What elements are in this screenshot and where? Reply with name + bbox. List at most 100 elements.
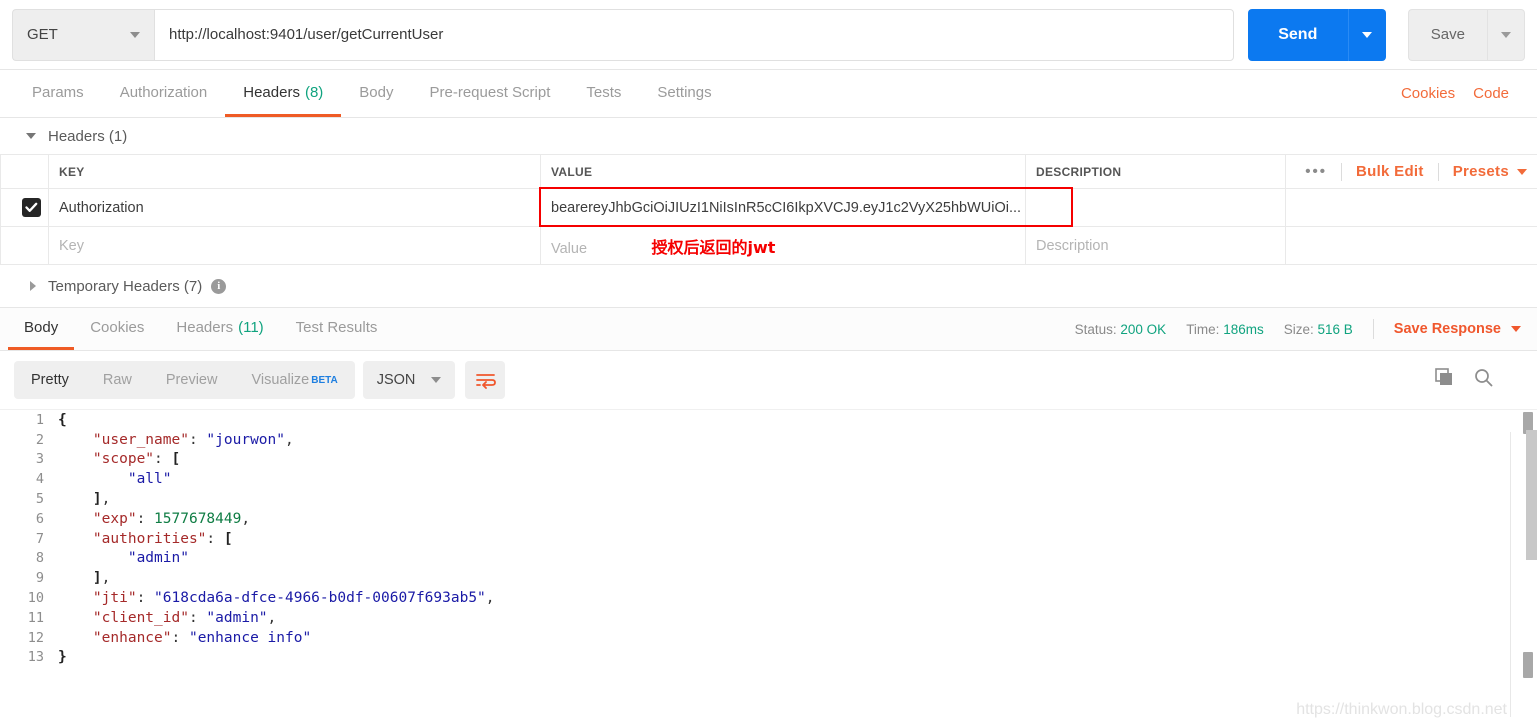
value-placeholder: Value xyxy=(551,241,587,257)
save-button[interactable]: Save xyxy=(1408,9,1487,61)
size-meta: Size: 516 B xyxy=(1284,322,1353,337)
empty-description-cell[interactable]: Description xyxy=(1026,227,1286,265)
tab-tests[interactable]: Tests xyxy=(568,70,639,117)
code-line: 1{ xyxy=(0,410,1537,430)
code-line-text: "admin" xyxy=(58,550,189,566)
line-number: 12 xyxy=(0,630,58,646)
view-mode-visualize[interactable]: Visualize BETA xyxy=(234,361,354,399)
send-button[interactable]: Send xyxy=(1248,9,1348,61)
status-meta: Status: 200 OK xyxy=(1075,322,1167,337)
jwt-annotation-text: 授权后返回的jwt xyxy=(651,238,775,257)
search-button[interactable] xyxy=(1474,368,1493,392)
header-key-cell[interactable]: Authorization xyxy=(49,189,541,227)
header-col-value: VALUE xyxy=(541,155,1026,189)
description-placeholder: Description xyxy=(1036,238,1109,254)
code-link[interactable]: Code xyxy=(1473,85,1509,102)
code-line-text: "authorities": [ xyxy=(58,531,233,547)
tab-params[interactable]: Params xyxy=(14,70,102,117)
chevron-down-icon xyxy=(431,377,441,383)
view-mode-preview[interactable]: Preview xyxy=(149,361,235,399)
line-number: 3 xyxy=(0,451,58,467)
tab-body[interactable]: Body xyxy=(341,70,411,117)
line-number: 5 xyxy=(0,491,58,507)
code-line: 4 "all" xyxy=(0,469,1537,489)
response-view-toolbar: Pretty Raw Preview Visualize BETA JSON xyxy=(0,351,1537,409)
header-enabled-checkbox[interactable] xyxy=(22,198,41,217)
header-value-cell[interactable]: bearereyJhbGciOiJIUzI1NiIsInR5cCI6IkpXVC… xyxy=(541,189,1026,227)
bulk-edit-link[interactable]: Bulk Edit xyxy=(1356,163,1424,180)
size-label: Size: xyxy=(1284,322,1314,337)
code-line-text: "scope": [ xyxy=(58,451,180,467)
chevron-down-icon[interactable] xyxy=(26,133,36,139)
line-number: 4 xyxy=(0,471,58,487)
presets-dropdown[interactable]: Presets xyxy=(1453,163,1509,180)
save-response-button[interactable]: Save Response xyxy=(1394,321,1501,337)
http-method-select[interactable]: GET xyxy=(12,9,154,61)
divider xyxy=(1438,163,1439,181)
line-number: 10 xyxy=(0,590,58,606)
send-options-button[interactable] xyxy=(1348,9,1386,61)
tab-headers[interactable]: Headers (8) xyxy=(225,70,341,117)
temporary-headers-section[interactable]: Temporary Headers (7) i xyxy=(0,265,1537,307)
chevron-down-icon xyxy=(1511,326,1521,332)
time-label: Time: xyxy=(1186,322,1219,337)
response-tab-cookies[interactable]: Cookies xyxy=(74,308,160,350)
header-description-cell[interactable] xyxy=(1026,189,1286,227)
empty-row-tools-cell xyxy=(1286,227,1537,265)
code-line-text: { xyxy=(58,412,67,428)
response-body-code[interactable]: 1{2 "user_name": "jourwon",3 "scope": [4… xyxy=(0,409,1537,687)
view-mode-raw[interactable]: Raw xyxy=(86,361,149,399)
empty-key-cell[interactable]: Key xyxy=(49,227,541,265)
header-row-tools-cell xyxy=(1286,189,1537,227)
chevron-right-icon[interactable] xyxy=(30,281,36,291)
code-line: 13} xyxy=(0,648,1537,668)
code-line-text: "enhance": "enhance info" xyxy=(58,630,311,646)
info-icon[interactable]: i xyxy=(211,279,226,294)
code-scrollbar-thumb-secondary[interactable] xyxy=(1523,652,1533,678)
save-options-button[interactable] xyxy=(1487,9,1525,61)
code-line-text: "client_id": "admin", xyxy=(58,610,276,626)
code-line-text: "all" xyxy=(58,471,172,487)
header-col-check xyxy=(1,155,49,189)
response-tab-headers[interactable]: Headers (11) xyxy=(160,308,279,350)
code-line: 3 "scope": [ xyxy=(0,450,1537,470)
code-lines-container: 1{2 "user_name": "jourwon",3 "scope": [4… xyxy=(0,410,1537,667)
save-button-group: Save xyxy=(1408,9,1525,61)
copy-button[interactable] xyxy=(1435,368,1454,392)
response-format-label: JSON xyxy=(377,372,416,388)
line-number: 1 xyxy=(0,412,58,428)
tab-label: Body xyxy=(24,319,58,336)
temporary-headers-title: Temporary Headers (7) xyxy=(48,278,202,295)
line-number: 11 xyxy=(0,610,58,626)
cookies-link[interactable]: Cookies xyxy=(1401,85,1455,102)
line-number: 7 xyxy=(0,531,58,547)
view-mode-label: Raw xyxy=(103,372,132,388)
table-row-empty: Key Value 授权后返回的jwt Description xyxy=(1,227,1537,265)
word-wrap-icon xyxy=(475,372,496,389)
tab-pre-request-script[interactable]: Pre-request Script xyxy=(412,70,569,117)
tab-label: Body xyxy=(359,84,393,101)
headers-section-header: Headers (1) xyxy=(0,118,1537,154)
watermark: https://thinkwon.blog.csdn.net xyxy=(1296,701,1507,719)
tab-label: Params xyxy=(32,84,84,101)
line-number: 6 xyxy=(0,511,58,527)
tab-label: Pre-request Script xyxy=(430,84,551,101)
view-mode-pretty[interactable]: Pretty xyxy=(14,361,86,399)
response-tab-body[interactable]: Body xyxy=(8,308,74,350)
save-response-group[interactable]: Save Response xyxy=(1394,321,1521,337)
chevron-down-icon xyxy=(1517,169,1527,175)
word-wrap-button[interactable] xyxy=(465,361,505,399)
code-line-text: "jti": "618cda6a-dfce-4966-b0df-00607f69… xyxy=(58,590,495,606)
more-options-icon[interactable]: ••• xyxy=(1305,163,1327,180)
headers-section-title: Headers (1) xyxy=(48,128,127,145)
response-format-select[interactable]: JSON xyxy=(363,361,456,399)
key-placeholder: Key xyxy=(59,238,84,254)
request-url-input[interactable] xyxy=(154,9,1234,61)
code-divider-line xyxy=(1510,432,1511,717)
response-tab-test-results[interactable]: Test Results xyxy=(280,308,394,350)
empty-value-cell[interactable]: Value 授权后返回的jwt xyxy=(541,227,1026,265)
page-scrollbar-thumb[interactable] xyxy=(1526,430,1537,560)
tab-authorization[interactable]: Authorization xyxy=(102,70,226,117)
header-col-description: DESCRIPTION xyxy=(1026,155,1286,189)
tab-settings[interactable]: Settings xyxy=(639,70,729,117)
